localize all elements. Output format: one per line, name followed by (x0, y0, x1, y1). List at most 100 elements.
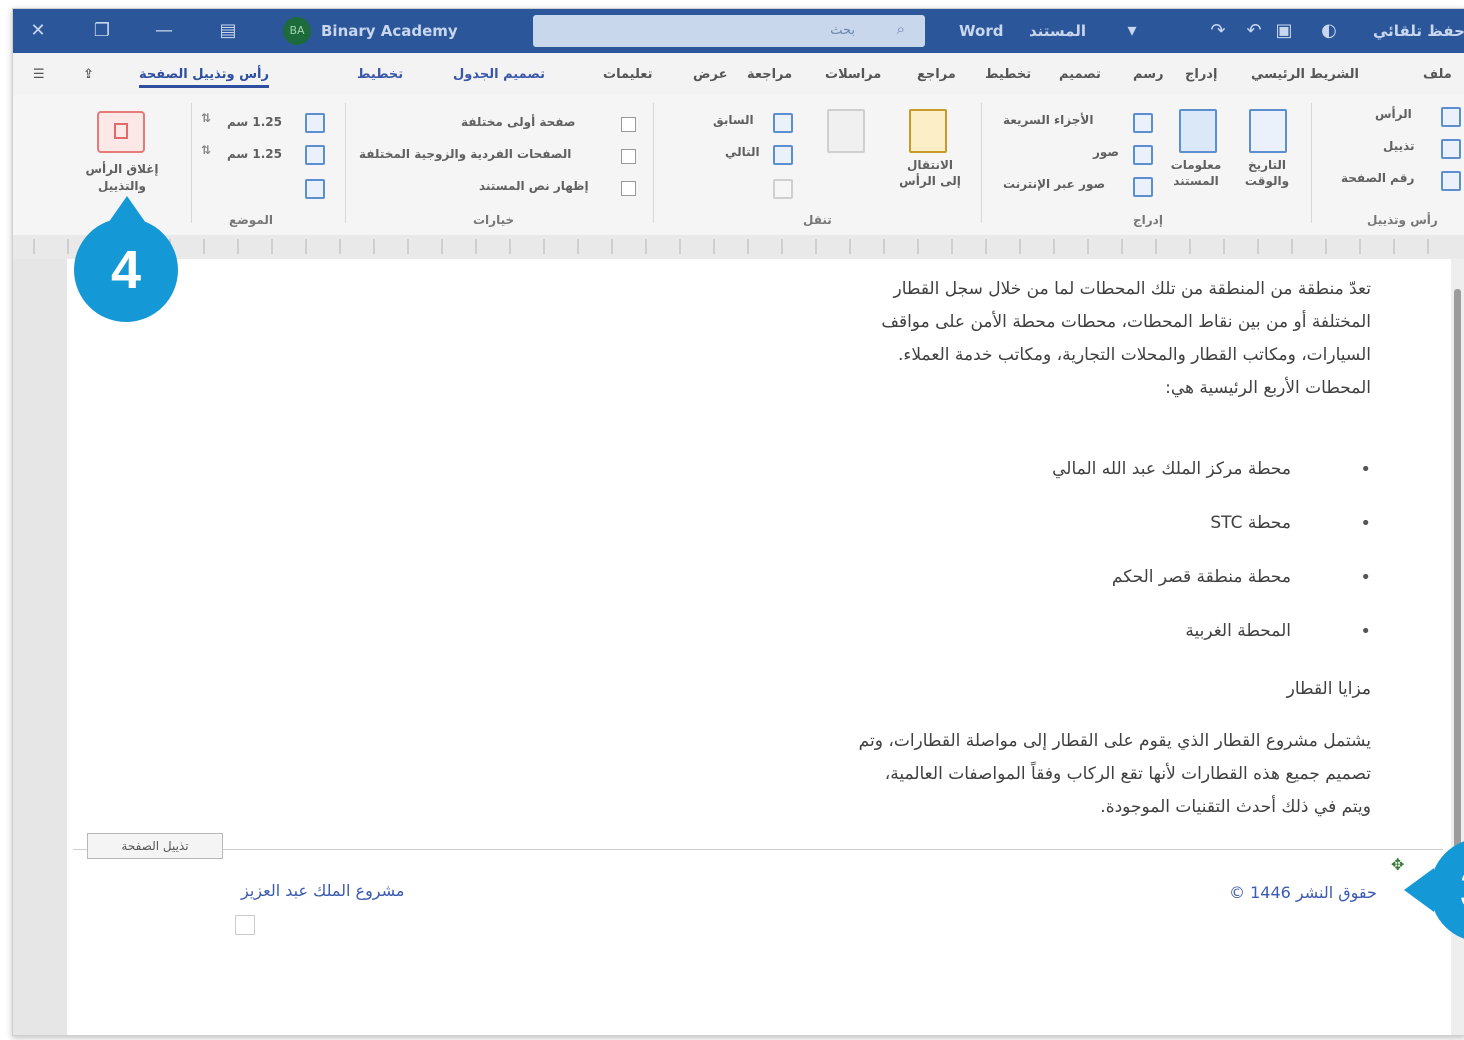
footer-divider (73, 849, 1443, 850)
document-info-button[interactable]: معلومات المستند (1163, 157, 1229, 189)
app-name: Word (959, 22, 1004, 40)
next-button[interactable]: التالي (725, 145, 760, 159)
close-window-icon[interactable]: ✕ (23, 17, 53, 45)
next-icon (773, 145, 793, 165)
page-number-button[interactable]: رقم الصفحة (1341, 171, 1414, 185)
footer-placeholder-box[interactable] (235, 915, 255, 935)
tab-draw[interactable]: رسم (1133, 67, 1163, 82)
closing-paragraph[interactable]: يشتمل مشروع القطار الذي يقوم على القطار … (851, 725, 1371, 824)
section-heading[interactable]: مزايا القطار (851, 673, 1371, 706)
previous-icon (773, 113, 793, 133)
intro-paragraph[interactable]: تعدّ منطقة من المنطقة من تلك المحطات لما… (851, 273, 1371, 405)
list-item[interactable]: • المحطة الغربية (971, 621, 1371, 651)
tab-layout[interactable]: تخطيط (985, 67, 1031, 82)
ribbon-display-icon[interactable]: ▤ (213, 17, 243, 45)
horizontal-ruler[interactable] (13, 235, 1464, 260)
vertical-ruler (13, 259, 67, 1035)
tab-table-layout[interactable]: تخطيط (357, 67, 403, 82)
account-name: Binary Academy (321, 22, 458, 40)
insert-group-label: إدراج (1133, 213, 1163, 227)
bullet-icon: • (1360, 621, 1371, 642)
group-separator (981, 103, 982, 223)
search-placeholder: بحث (830, 23, 855, 38)
online-pictures-button[interactable]: صور عبر الإنترنت (1003, 177, 1105, 191)
document-page[interactable]: تعدّ منطقة من المنطقة من تلك المحطات لما… (67, 259, 1451, 1035)
scrollbar-thumb[interactable] (1454, 289, 1461, 849)
different-first-page-checkbox[interactable] (621, 117, 636, 132)
go-to-footer-icon (827, 109, 865, 153)
comments-icon[interactable]: ☰ (33, 67, 45, 82)
bullet-icon: • (1360, 459, 1371, 480)
spinner-icon[interactable]: ⇅ (201, 111, 211, 125)
save-icon[interactable]: ▣ (1269, 17, 1299, 45)
tab-header-footer[interactable]: رأس وتذييل الصفحة (139, 67, 269, 88)
tab-view[interactable]: عرض (693, 67, 727, 82)
word-window: ✕ ❐ — ▤ BA Binary Academy بحث ⌕ Word الم… (12, 8, 1464, 1036)
quick-parts-button[interactable]: الأجزاء السريعة (1003, 113, 1093, 127)
autosave-toggle[interactable]: ◐ (1309, 17, 1349, 45)
search-input[interactable]: بحث ⌕ (533, 15, 925, 47)
share-icon[interactable]: ⇪ (83, 67, 94, 82)
page-number-icon (1441, 171, 1461, 191)
navigation-group-label: تنقل (803, 213, 832, 227)
header-position-icon (305, 113, 325, 133)
group-separator (345, 103, 346, 223)
list-item[interactable]: • محطة منطقة قصر الحكم (971, 567, 1371, 597)
minimize-window-icon[interactable]: — (149, 17, 179, 45)
header-footer-group-label: رأس وتذييل (1367, 213, 1438, 227)
tab-mailings[interactable]: مراسلات (825, 67, 881, 82)
customize-toolbar-icon[interactable]: ▾ (1117, 17, 1147, 45)
restore-window-icon[interactable]: ❐ (87, 17, 117, 45)
redo-icon[interactable]: ↷ (1203, 17, 1233, 45)
list-item[interactable]: • محطة STC (971, 513, 1371, 543)
footer-left-text[interactable]: مشروع الملك عبد العزيز (241, 881, 404, 900)
tab-file[interactable]: ملف (1423, 67, 1452, 82)
close-header-footer-button[interactable]: إغلاق الرأس والتذييل (77, 161, 167, 195)
tab-design[interactable]: تصميم (1059, 67, 1101, 82)
document-info-icon (1179, 109, 1217, 153)
tab-insert[interactable]: إدراج (1185, 67, 1217, 82)
odd-even-pages-checkbox[interactable] (621, 149, 636, 164)
footer-copyright-text[interactable]: حقوق النشر 1446 © (1229, 883, 1377, 902)
pictures-icon (1133, 145, 1153, 165)
move-handle-icon[interactable]: ✥ (1391, 855, 1404, 874)
pictures-button[interactable]: صور (1093, 145, 1119, 159)
tab-help[interactable]: تعليمات (603, 67, 653, 82)
link-to-previous-icon (773, 179, 793, 199)
spinner-icon[interactable]: ⇅ (201, 143, 211, 157)
tab-references[interactable]: مراجع (917, 67, 956, 82)
group-separator (1311, 103, 1312, 223)
autosave-label: حفظ تلقائي (1373, 22, 1464, 40)
odd-even-pages-label: الصفحات الفردية والزوجية المختلفة (359, 147, 572, 161)
quick-parts-icon (1133, 113, 1153, 133)
date-time-button[interactable]: التاريخ والوقت (1237, 157, 1297, 189)
ruler-ticks (33, 239, 1453, 254)
insert-alignment-tab-icon[interactable] (305, 179, 325, 199)
document-name: المستند (1029, 22, 1087, 40)
go-to-header-button[interactable]: الانتقال إلى الرأس (895, 157, 965, 189)
search-icon: ⌕ (896, 20, 905, 38)
footer-position-value[interactable]: 1.25 سم (227, 147, 282, 161)
footer-tag: تذييل الصفحة (87, 833, 223, 859)
date-time-icon (1249, 109, 1287, 153)
bullet-icon: • (1360, 567, 1371, 588)
footer-position-icon (305, 145, 325, 165)
online-pictures-icon (1133, 177, 1153, 197)
group-separator (191, 103, 192, 223)
step-4-callout: 4 (74, 218, 178, 322)
tab-review[interactable]: مراجعة (747, 67, 792, 82)
undo-icon[interactable]: ↶ (1239, 17, 1269, 45)
previous-button[interactable]: السابق (713, 113, 754, 127)
bullet-icon: • (1360, 513, 1371, 534)
tab-home[interactable]: الشريط الرئيسي (1251, 67, 1359, 82)
footer-button[interactable]: تذييل (1383, 139, 1415, 153)
header-position-value[interactable]: 1.25 سم (227, 115, 282, 129)
show-document-text-checkbox[interactable] (621, 181, 636, 196)
footer-icon (1441, 139, 1461, 159)
list-item[interactable]: • محطة مركز الملك عبد الله المالي (971, 459, 1371, 489)
options-group-label: خيارات (473, 213, 515, 227)
close-header-footer-icon[interactable] (97, 111, 145, 153)
tab-table-design[interactable]: تصميم الجدول (453, 67, 545, 82)
account-avatar[interactable]: BA (283, 17, 311, 45)
header-button[interactable]: الرأس (1375, 107, 1412, 121)
